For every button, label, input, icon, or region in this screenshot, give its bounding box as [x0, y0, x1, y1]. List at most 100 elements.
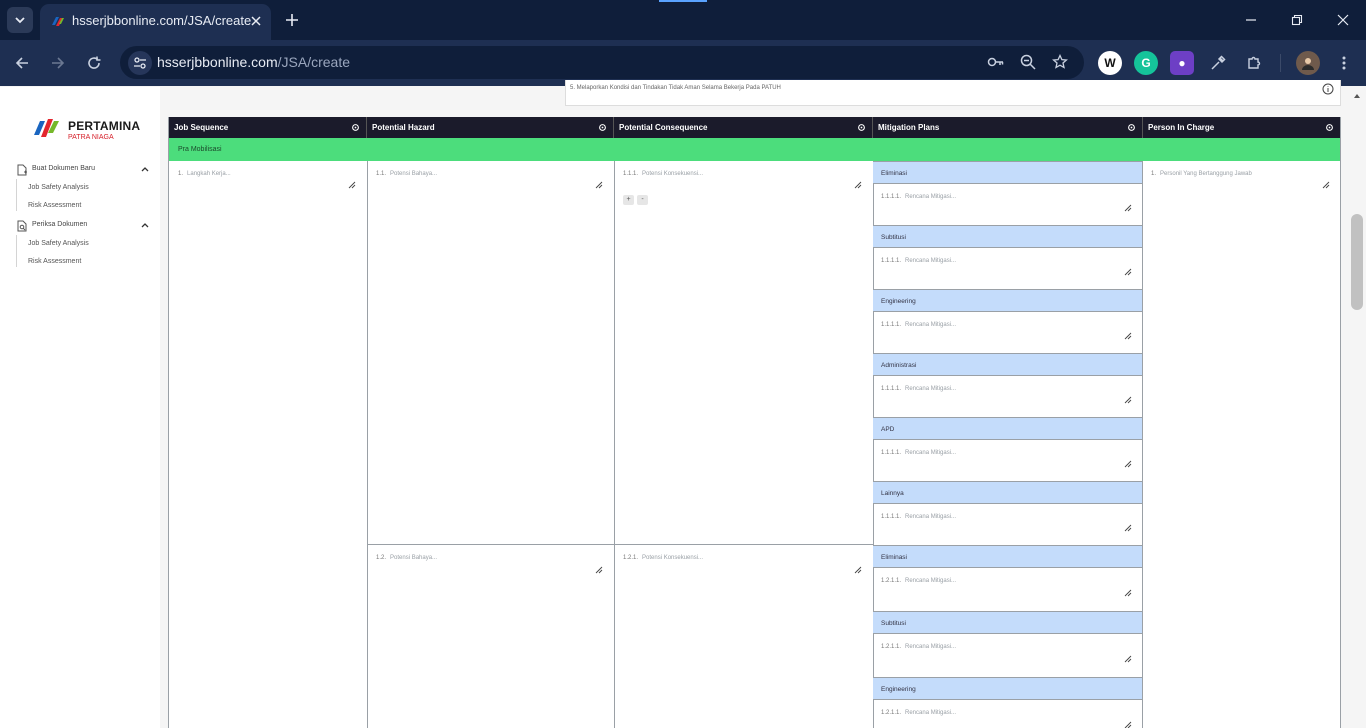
close-icon [251, 16, 261, 26]
resize-handle-icon[interactable] [1124, 524, 1132, 532]
resize-handle-icon[interactable] [1124, 204, 1132, 212]
gear-icon[interactable] [1325, 123, 1334, 132]
nav-rail [16, 235, 17, 267]
resize-handle-icon[interactable] [1124, 268, 1132, 276]
more-vertical-icon [1342, 56, 1346, 70]
header-person-in-charge: Person In Charge [1143, 117, 1340, 138]
reload-icon [88, 56, 101, 69]
minimize-button[interactable] [1241, 10, 1261, 30]
forward-button[interactable] [47, 52, 69, 74]
tab-strip-indicator [659, 0, 707, 2]
chevron-up-icon [141, 167, 149, 172]
column-divider [367, 161, 368, 728]
add-row-button[interactable]: + [623, 195, 634, 205]
puzzle-icon [1248, 56, 1261, 69]
zoom-out-icon [1020, 54, 1036, 70]
phase-label: Pra Mobilisasi [178, 146, 222, 153]
gear-icon[interactable] [351, 123, 360, 132]
mitigation-category-subtitusi: Subtitusi [873, 611, 1142, 634]
resize-handle-icon[interactable] [348, 181, 356, 189]
gear-icon[interactable] [857, 123, 866, 132]
password-key-button[interactable] [986, 52, 1006, 72]
tab-search-button[interactable] [7, 7, 33, 33]
reload-button[interactable] [83, 52, 105, 74]
close-icon [1337, 14, 1349, 26]
minimize-icon [1246, 19, 1256, 21]
resize-handle-icon[interactable] [1322, 181, 1330, 189]
star-icon [1052, 54, 1068, 69]
chevron-down-icon [15, 17, 25, 24]
logo-subtitle: PATRA NIAGA [68, 134, 114, 141]
column-divider [1142, 161, 1143, 728]
grammarly-extension-button[interactable]: G [1134, 51, 1158, 75]
site-favicon-icon [52, 17, 64, 26]
nav-rail [16, 179, 17, 211]
header-job-sequence: Job Sequence [169, 117, 367, 138]
mitigation-category-engineering: Engineering [873, 289, 1142, 312]
phase-row[interactable]: Pra Mobilisasi [169, 138, 1340, 161]
zoom-button[interactable] [1018, 52, 1038, 72]
resize-handle-icon[interactable] [1124, 589, 1132, 597]
arrow-right-icon [52, 57, 65, 69]
resize-handle-icon[interactable] [595, 566, 603, 574]
browser-menu-button[interactable] [1333, 52, 1355, 74]
sidebar: PERTAMINA PATRA NIAGA Buat Dokumen Baru … [0, 87, 160, 728]
browser-tab-active[interactable]: hsserjbbonline.com/JSA/create [40, 4, 271, 40]
key-icon [987, 57, 1004, 67]
site-info-button[interactable] [128, 51, 152, 75]
info-circle-icon[interactable] [1322, 83, 1334, 95]
bookmark-button[interactable] [1050, 52, 1070, 72]
eyedropper-icon [1211, 55, 1226, 70]
restore-button[interactable] [1287, 10, 1307, 30]
color-picker-extension-button[interactable] [1207, 52, 1229, 74]
back-button[interactable] [11, 52, 33, 74]
nav-item-risk-assessment[interactable]: Risk Assessment [28, 202, 81, 209]
toolbar-separator [1280, 54, 1281, 72]
jsa-table: Job Sequence Potential Hazard Potential … [168, 117, 1341, 728]
profile-avatar-button[interactable] [1296, 51, 1320, 75]
mitigation-category-lainnya: Lainnya [873, 481, 1142, 504]
document-add-icon [17, 164, 27, 176]
w-extension-icon: W [1104, 56, 1116, 70]
rule-item-text: 5. Melaporkan Kondisi dan Tindakan Tidak… [570, 85, 781, 91]
url-text: hsserjbbonline.com/JSA/create [157, 54, 350, 70]
grammarly-icon: G [1141, 56, 1151, 70]
restore-icon [1291, 14, 1303, 26]
new-tab-button[interactable] [282, 10, 302, 30]
address-bar[interactable]: hsserjbbonline.com/JSA/create [120, 46, 1084, 79]
close-window-button[interactable] [1333, 10, 1353, 30]
nav-group-buat-dokumen[interactable]: Buat Dokumen Baru [16, 163, 150, 177]
resize-handle-icon[interactable] [1124, 721, 1132, 728]
resize-handle-icon[interactable] [595, 181, 603, 189]
resize-handle-icon[interactable] [854, 181, 862, 189]
extension-w-button[interactable]: W [1098, 51, 1122, 75]
header-potential-hazard: Potential Hazard [367, 117, 614, 138]
nav-group-label: Periksa Dokumen [32, 221, 88, 228]
mitigation-category-subtitusi: Subtitusi [873, 225, 1142, 248]
resize-handle-icon[interactable] [1124, 655, 1132, 663]
resize-handle-icon[interactable] [1124, 460, 1132, 468]
chevron-up-icon [141, 223, 149, 228]
document-search-icon [17, 220, 27, 232]
resize-handle-icon[interactable] [1124, 396, 1132, 404]
logo-text: PERTAMINA [68, 119, 141, 133]
purple-extension-button[interactable]: ● [1170, 51, 1194, 75]
mitigation-category-eliminasi: Eliminasi [873, 161, 1142, 184]
row-divider [367, 544, 873, 545]
nav-group-periksa-dokumen[interactable]: Periksa Dokumen [16, 219, 150, 233]
scrollbar-thumb[interactable] [1351, 214, 1363, 310]
resize-handle-icon[interactable] [854, 566, 862, 574]
mitigation-category-apd: APD [873, 417, 1142, 440]
tab-close-button[interactable] [247, 12, 265, 30]
pertamina-logo: PERTAMINA PATRA NIAGA [33, 113, 143, 143]
scroll-up-arrow-icon[interactable] [1352, 91, 1362, 101]
nav-item-risk-assessment[interactable]: Risk Assessment [28, 258, 81, 265]
resize-handle-icon[interactable] [1124, 332, 1132, 340]
nav-item-job-safety-analysis[interactable]: Job Safety Analysis [28, 184, 89, 191]
extensions-menu-button[interactable] [1243, 52, 1265, 74]
nav-item-job-safety-analysis[interactable]: Job Safety Analysis [28, 240, 89, 247]
remove-row-button[interactable]: - [637, 195, 648, 205]
gear-icon[interactable] [1127, 123, 1136, 132]
arrow-left-icon [15, 57, 28, 69]
gear-icon[interactable] [598, 123, 607, 132]
